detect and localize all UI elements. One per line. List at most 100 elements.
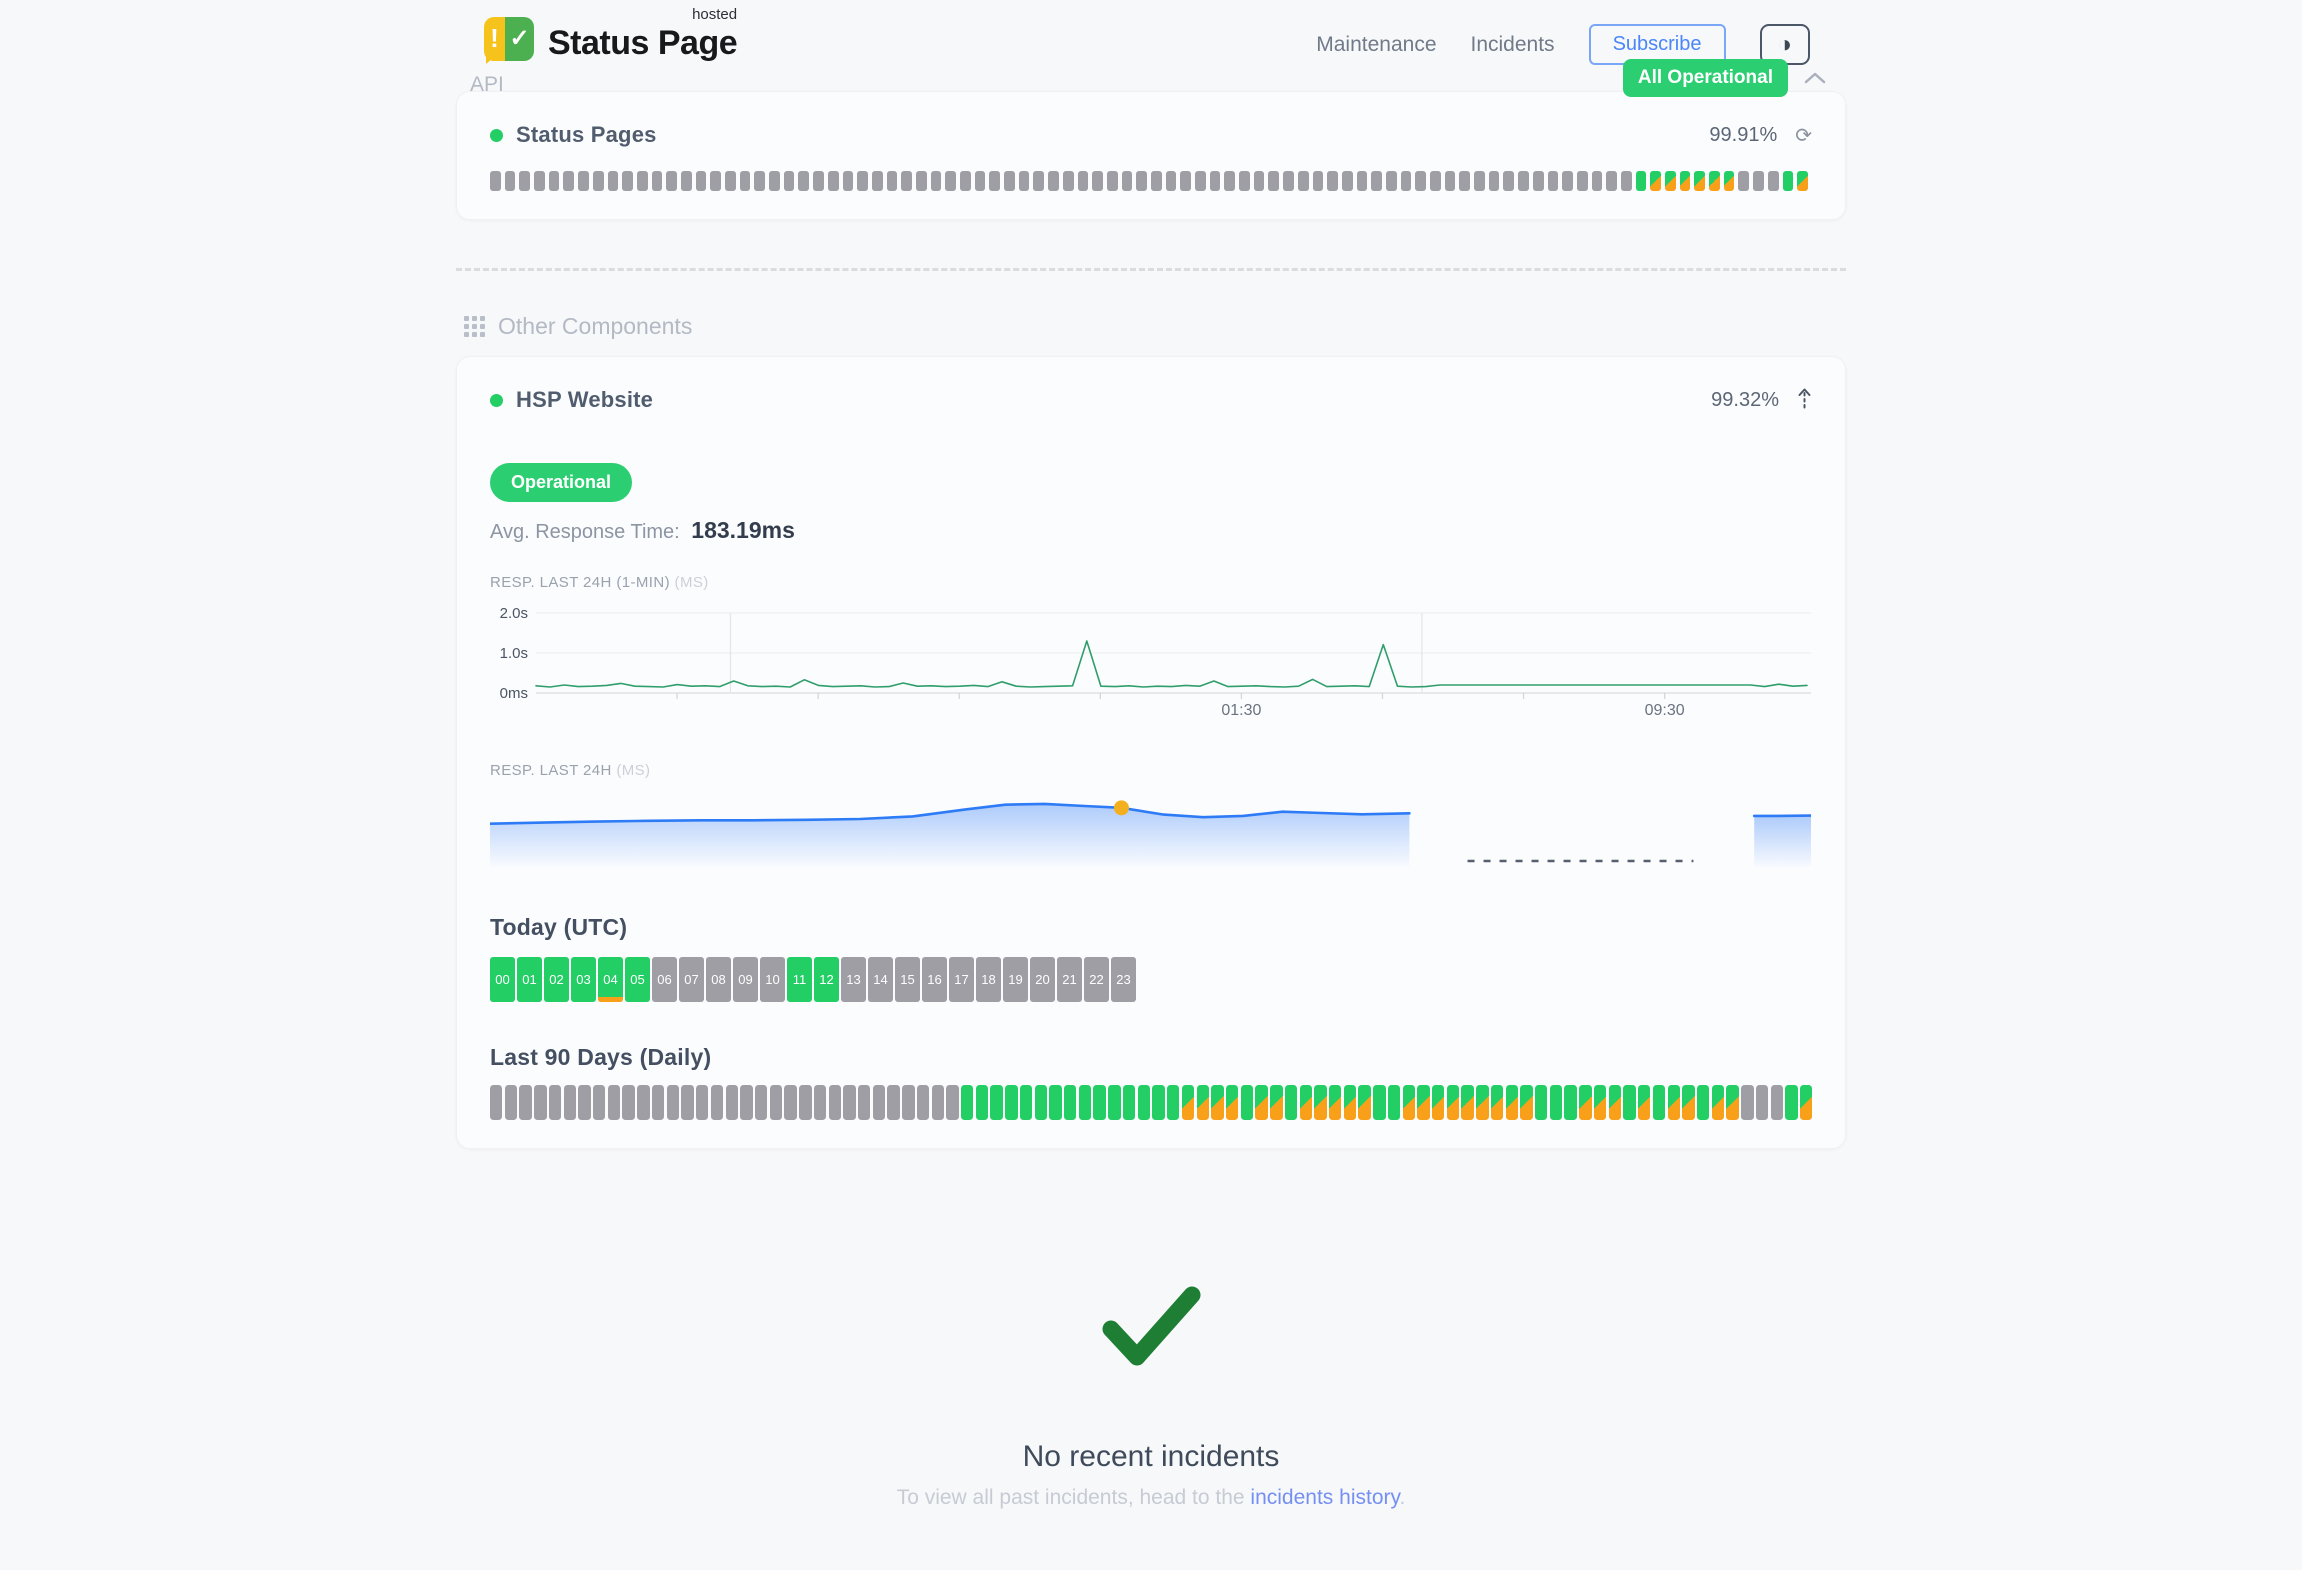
uptime-bar[interactable] <box>1298 171 1309 191</box>
uptime-bar[interactable] <box>564 1085 576 1120</box>
uptime-bar[interactable] <box>1063 171 1074 191</box>
uptime-bar[interactable] <box>1180 171 1191 191</box>
uptime-bar[interactable] <box>1386 171 1397 191</box>
uptime-bar[interactable] <box>814 1085 826 1120</box>
uptime-bar[interactable] <box>681 1085 693 1120</box>
uptime-bar[interactable] <box>1004 171 1015 191</box>
uptime-bar[interactable] <box>681 171 692 191</box>
uptime-bar[interactable] <box>1579 1085 1591 1120</box>
uptime-bar[interactable] <box>1768 171 1779 191</box>
uptime-bar[interactable] <box>932 1085 944 1120</box>
refresh-icon[interactable]: ⟳ <box>1795 123 1812 148</box>
uptime-bar[interactable] <box>1357 171 1368 191</box>
response-time-area-chart[interactable] <box>490 791 1812 880</box>
uptime-bar[interactable] <box>1474 171 1485 191</box>
uptime-bar[interactable] <box>1432 1085 1444 1120</box>
uptime-bar[interactable] <box>1785 1085 1797 1120</box>
overall-status-badge[interactable]: All Operational <box>1623 59 1788 97</box>
uptime-bar[interactable] <box>1577 171 1588 191</box>
uptime-bar[interactable] <box>666 171 677 191</box>
uptime-bar[interactable] <box>1358 1085 1370 1120</box>
uptime-bar[interactable] <box>829 1085 841 1120</box>
hour-block[interactable]: 16 <box>922 957 947 1002</box>
hour-block[interactable]: 09 <box>733 957 758 1002</box>
uptime-bar[interactable] <box>1564 1085 1576 1120</box>
hour-block[interactable]: 08 <box>706 957 731 1002</box>
uptime-bar[interactable] <box>873 1085 885 1120</box>
uptime-bar[interactable] <box>1800 1085 1812 1120</box>
uptime-bar[interactable] <box>490 171 501 191</box>
uptime-bar[interactable] <box>1638 1085 1650 1120</box>
uptime-bar[interactable] <box>1783 171 1794 191</box>
uptime-bar[interactable] <box>1241 1085 1253 1120</box>
uptime-bar[interactable] <box>1461 1085 1473 1120</box>
uptime-bar[interactable] <box>1520 1085 1532 1120</box>
uptime-bar[interactable] <box>1741 1085 1753 1120</box>
chevron-up-icon[interactable] <box>1804 72 1826 84</box>
uptime-bar[interactable] <box>1035 1085 1047 1120</box>
uptime-bar[interactable] <box>1609 1085 1621 1120</box>
hour-block[interactable]: 03 <box>571 957 596 1002</box>
uptime-bar[interactable] <box>1195 171 1206 191</box>
uptime-bar[interactable] <box>1123 1085 1135 1120</box>
uptime-bar[interactable] <box>1373 1085 1385 1120</box>
uptime-bar[interactable] <box>1550 1085 1562 1120</box>
uptime-bar[interactable] <box>519 1085 531 1120</box>
uptime-bar[interactable] <box>1533 171 1544 191</box>
hour-block[interactable]: 14 <box>868 957 893 1002</box>
uptime-bar[interactable] <box>593 1085 605 1120</box>
uptime-bar[interactable] <box>1314 1085 1326 1120</box>
uptime-bar[interactable] <box>637 1085 649 1120</box>
uptime-bar[interactable] <box>1019 171 1030 191</box>
uptime-bar[interactable] <box>1738 171 1749 191</box>
hour-block[interactable]: 17 <box>949 957 974 1002</box>
uptime-bar[interactable] <box>711 1085 723 1120</box>
hour-block[interactable]: 04 <box>598 957 623 1002</box>
uptime-bar[interactable] <box>1064 1085 1076 1120</box>
uptime-bar[interactable] <box>1211 1085 1223 1120</box>
hour-block[interactable]: 21 <box>1057 957 1082 1002</box>
uptime-bar[interactable] <box>1108 1085 1120 1120</box>
uptime-bar[interactable] <box>1417 1085 1429 1120</box>
uptime-bar[interactable] <box>578 171 589 191</box>
uptime-bar[interactable] <box>740 171 751 191</box>
uptime-bar[interactable] <box>1079 1085 1091 1120</box>
uptime-bar[interactable] <box>961 1085 973 1120</box>
uptime-bar[interactable] <box>1270 1085 1282 1120</box>
uptime-bar[interactable] <box>1445 171 1456 191</box>
uptime-bar[interactable] <box>1668 1085 1680 1120</box>
uptime-bar[interactable] <box>976 1085 988 1120</box>
uptime-bar[interactable] <box>1459 171 1470 191</box>
uptime-bar[interactable] <box>1197 1085 1209 1120</box>
uptime-bar[interactable] <box>1682 1085 1694 1120</box>
hour-block[interactable]: 19 <box>1003 957 1028 1002</box>
hour-block[interactable]: 02 <box>544 957 569 1002</box>
uptime-bar[interactable] <box>945 171 956 191</box>
incidents-history-link[interactable]: incidents history <box>1250 1486 1399 1509</box>
uptime-bar[interactable] <box>1653 1085 1665 1120</box>
uptime-bar[interactable] <box>1518 171 1529 191</box>
uptime-bar[interactable] <box>534 171 545 191</box>
uptime-bar[interactable] <box>1724 171 1735 191</box>
uptime-bar[interactable] <box>887 1085 899 1120</box>
uptime-bar[interactable] <box>1167 1085 1179 1120</box>
uptime-bar[interactable] <box>1489 171 1500 191</box>
uptime-bar[interactable] <box>740 1085 752 1120</box>
uptime-bar[interactable] <box>1447 1085 1459 1120</box>
hour-block[interactable]: 23 <box>1111 957 1136 1002</box>
uptime-bar[interactable] <box>1329 1085 1341 1120</box>
uptime-bar[interactable] <box>1503 171 1514 191</box>
uptime-bar[interactable] <box>1621 171 1632 191</box>
uptime-bar[interactable] <box>1797 171 1808 191</box>
hour-block[interactable]: 06 <box>652 957 677 1002</box>
uptime-bar[interactable] <box>1650 171 1661 191</box>
hour-block[interactable]: 12 <box>814 957 839 1002</box>
uptime-bar[interactable] <box>1283 171 1294 191</box>
uptime-bar[interactable] <box>1122 171 1133 191</box>
uptime-bar[interactable] <box>490 1085 502 1120</box>
uptime-bar[interactable] <box>696 171 707 191</box>
uptime-bar[interactable] <box>1697 1085 1709 1120</box>
uptime-bar[interactable] <box>1712 1085 1724 1120</box>
uptime-bar[interactable] <box>1506 1085 1518 1120</box>
uptime-bar[interactable] <box>549 1085 561 1120</box>
